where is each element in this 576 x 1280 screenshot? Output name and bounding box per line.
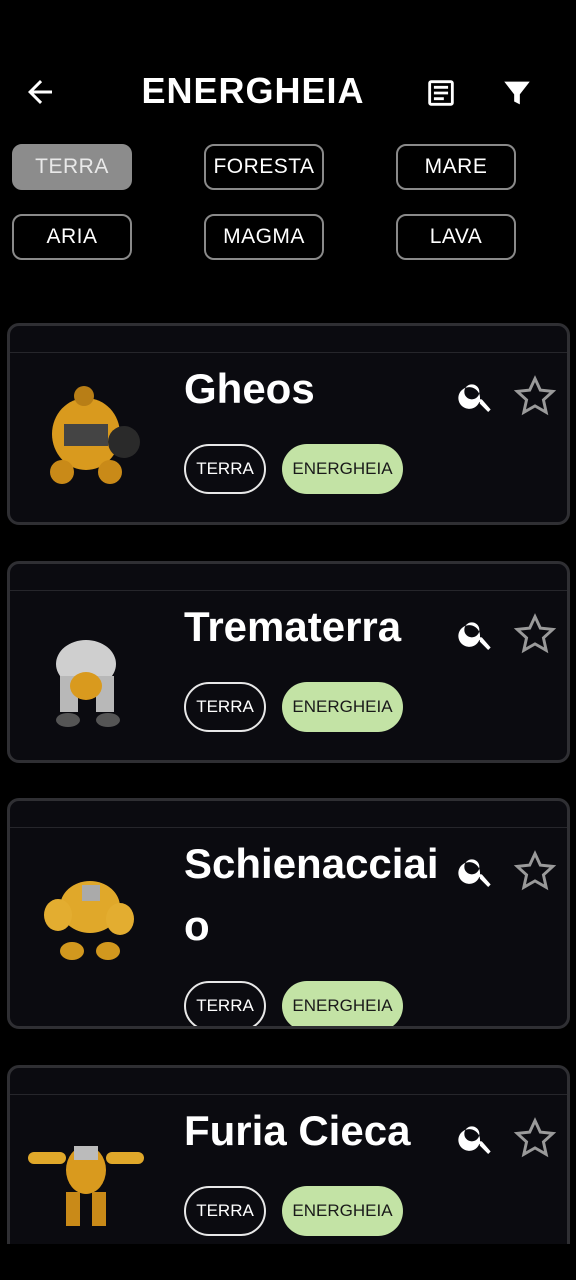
- chip-terra[interactable]: TERRA: [12, 144, 132, 190]
- chip-lava[interactable]: LAVA: [396, 214, 516, 260]
- tag-terra: TERRA: [184, 682, 266, 732]
- search-icon[interactable]: [456, 851, 496, 891]
- card-title: Trematerra: [184, 603, 402, 650]
- tag-terra: TERRA: [184, 444, 266, 494]
- search-icon[interactable]: [456, 376, 496, 416]
- card-title: Gheos: [184, 365, 315, 412]
- search-icon[interactable]: [456, 614, 496, 654]
- star-outline-icon[interactable]: [513, 374, 557, 418]
- chip-aria[interactable]: ARIA: [12, 214, 132, 260]
- filter-icon[interactable]: [500, 76, 534, 110]
- figure-image: [56, 640, 120, 727]
- star-outline-icon[interactable]: [513, 1116, 557, 1160]
- tag-terra: TERRA: [184, 981, 266, 1026]
- document-icon[interactable]: [424, 76, 458, 110]
- card-divider: [10, 1094, 567, 1095]
- star-outline-icon[interactable]: [513, 849, 557, 893]
- app-bar: ENERGHEIA: [0, 60, 576, 124]
- card-divider: [10, 352, 567, 353]
- tag-terra: TERRA: [184, 1186, 266, 1236]
- card-gheos[interactable]: Gheos TERRA ENERGHEIA: [7, 323, 570, 525]
- figure-image: [28, 1146, 144, 1226]
- tag-energheia: ENERGHEIA: [282, 682, 403, 732]
- chip-foresta[interactable]: FORESTA: [204, 144, 324, 190]
- card-title: Schienacciaio: [184, 840, 439, 949]
- navigation-bar: [0, 1244, 576, 1280]
- search-icon[interactable]: [456, 1118, 496, 1158]
- figure-image: [44, 881, 134, 960]
- tag-energheia: ENERGHEIA: [282, 1186, 403, 1236]
- tag-energheia: ENERGHEIA: [282, 444, 403, 494]
- chip-mare[interactable]: MARE: [396, 144, 516, 190]
- tag-energheia: ENERGHEIA: [282, 981, 403, 1026]
- chip-magma[interactable]: MAGMA: [204, 214, 324, 260]
- star-outline-icon[interactable]: [513, 612, 557, 656]
- card-schienacciaio[interactable]: Schienacciaio TERRA ENERGHEIA: [7, 798, 570, 1029]
- figure-image: [50, 386, 140, 484]
- card-divider: [10, 590, 567, 591]
- card-trematerra[interactable]: Trematerra TERRA ENERGHEIA: [7, 561, 570, 763]
- card-divider: [10, 827, 567, 828]
- card-title: Furia Cieca: [184, 1107, 411, 1154]
